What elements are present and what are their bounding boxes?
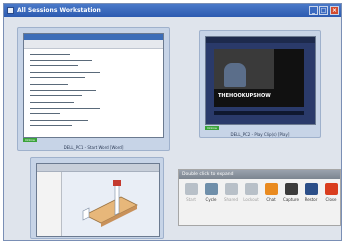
capture-icon — [284, 183, 298, 195]
sessions-canvas: Online DELL_PC1 - Start Word [Word] THEH… — [4, 17, 341, 240]
close-icon — [324, 183, 338, 195]
session-screen-1 — [23, 33, 164, 138]
session-caption-1: DELL_PC1 - Start Word [Word] — [63, 145, 124, 150]
player-seek-bar — [214, 111, 304, 115]
doc-toolbar — [24, 40, 163, 49]
toolbar-close-button[interactable]: Close — [322, 183, 340, 202]
cad-feature-tree — [37, 172, 62, 236]
toolbar-lockout-button[interactable]: Lockout — [242, 183, 260, 202]
toolbar-capture-button[interactable]: Capture — [282, 183, 300, 202]
shared-icon — [224, 183, 238, 195]
cad-toolbar — [37, 164, 159, 172]
toolbar-button-label: Restor — [304, 197, 318, 202]
minimize-button[interactable]: _ — [309, 6, 318, 15]
cad-model — [82, 180, 138, 227]
window-title: All Sessions Workstation — [17, 7, 101, 14]
toolbar-start-button[interactable]: Start — [182, 183, 200, 202]
doc-text — [30, 52, 150, 136]
chat-icon — [264, 183, 278, 195]
toolbar-button-label: Start — [186, 197, 196, 202]
toolbar-chat-button[interactable]: Chat — [262, 183, 280, 202]
status-badge: Online — [205, 126, 219, 130]
toolbar-shared-button[interactable]: Shared — [222, 183, 240, 202]
toolbar-restor-button[interactable]: Restor — [302, 183, 320, 202]
toolbar-button-label: Capture — [283, 197, 299, 202]
toolbar-cycle-button[interactable]: Cycle — [202, 183, 220, 202]
title-bar[interactable]: All Sessions Workstation _ □ × — [4, 4, 341, 17]
cycle-icon — [204, 183, 218, 195]
session-screen-2: THEHOOKUPSHOW — [205, 36, 316, 125]
toolbar-button-label: Cycle — [205, 197, 217, 202]
session-caption-2: DELL_PC2 - Play Clip(s) [Play] — [230, 132, 290, 137]
toolbar-button-label: Shared — [223, 197, 239, 202]
app-icon — [7, 7, 14, 14]
status-badge: Online — [23, 138, 37, 142]
session-thumbnail-3[interactable] — [30, 157, 164, 239]
toolbar-button-label: Close — [325, 197, 337, 202]
start-icon — [184, 183, 198, 195]
toolbar-button-label: Lockout — [243, 197, 259, 202]
session-screen-3 — [36, 163, 160, 237]
player-titlebar — [206, 37, 315, 43]
maximize-button[interactable]: □ — [319, 6, 328, 15]
close-window-button[interactable]: × — [330, 6, 339, 15]
video-banner: THEHOOKUPSHOW — [218, 93, 271, 99]
restore-icon — [304, 183, 318, 195]
session-toolbar-panel[interactable]: Double click to expand Start Cycle Shared L… — [178, 169, 341, 226]
session-thumbnail-2[interactable]: THEHOOKUPSHOW Online DELL_PC2 - Play Cli… — [199, 30, 321, 138]
app-window: All Sessions Workstation _ □ × Online DE… — [3, 3, 342, 241]
panel-header[interactable]: Double click to expand — [179, 170, 340, 179]
video-frame: THEHOOKUPSHOW — [214, 49, 304, 107]
lockout-icon — [244, 183, 258, 195]
session-thumbnail-1[interactable]: Online DELL_PC1 - Start Word [Word] — [17, 27, 170, 151]
toolbar-button-label: Chat — [266, 197, 276, 202]
